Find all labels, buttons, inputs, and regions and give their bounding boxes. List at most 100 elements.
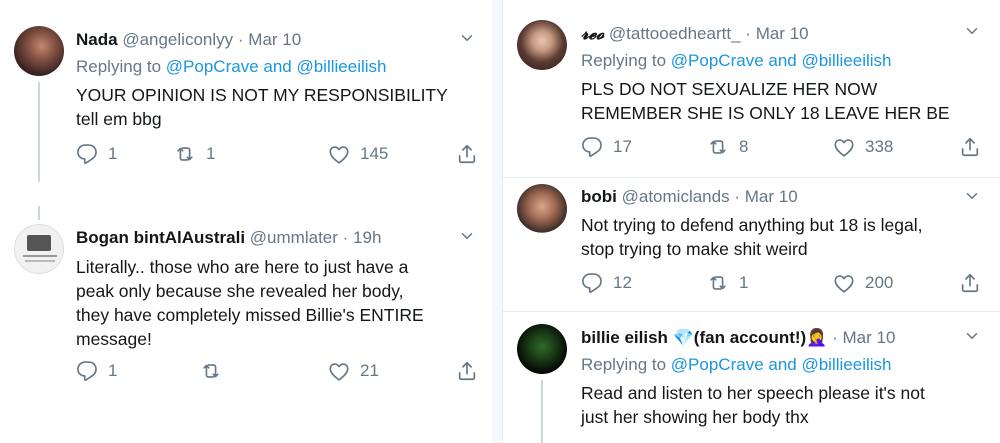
replying-to-users-link[interactable]: @PopCrave and @billieeilish [166,57,387,76]
separator-dot: · [832,328,838,347]
tweet-bobi[interactable]: bobi @atomiclands · Mar 10 Not trying to… [503,178,1000,312]
timestamp[interactable]: 19h [353,228,381,247]
reply-icon [76,360,98,382]
tweet-line: stop trying to make shit weird [581,239,808,259]
tweet-line: PLS DO NOT SEXUALIZE HER NOW [581,79,878,99]
share-icon [959,136,981,158]
retweet-icon [200,360,222,382]
display-name[interactable]: Bogan bintAlAustrali [76,228,245,247]
reply-button[interactable]: 1 [76,360,117,382]
tweet-text: Read and listen to her speech please it'… [581,381,993,429]
separator-dot: · [734,187,740,206]
retweet-icon [174,143,196,165]
tweet-reo[interactable]: 𝓻𝓮𝓸 @tattooedheartt_ · Mar 10 Replying t… [503,0,1000,178]
display-name[interactable]: 𝓻𝓮𝓸 [581,24,604,44]
chevron-down-icon[interactable] [458,29,476,47]
tweet-line: Not trying to defend anything but 18 is … [581,215,923,235]
avatar[interactable] [517,20,567,70]
action-bar: 1 1 145 [76,143,486,169]
like-button[interactable]: 21 [328,360,379,382]
replying-to-users-link[interactable]: @PopCrave and @billieeilish [671,355,892,374]
tweet-line: peak only because she revealed her body, [76,281,404,301]
tweet-line: YOUR OPINION IS NOT MY RESPONSIBILITY [76,85,448,105]
chevron-down-icon[interactable] [963,327,981,345]
reply-count: 1 [108,144,118,163]
reply-button[interactable]: 1 [76,143,117,165]
retweet-icon [707,136,729,158]
chevron-down-icon[interactable] [963,22,981,40]
reply-icon [76,143,98,165]
replying-to-users-link[interactable]: @PopCrave and @billieeilish [671,51,892,70]
retweet-count: 8 [739,137,749,156]
avatar[interactable] [517,324,567,374]
tweet-text: Literally.. those who are here to just h… [76,255,488,351]
reply-icon [581,272,603,294]
share-button[interactable] [456,143,478,165]
retweet-button[interactable] [200,360,232,382]
left-thread-column: Nada @angeliconlyy · Mar 10 Replying to … [0,0,492,443]
reply-count: 12 [613,273,632,292]
retweet-count: 1 [206,144,216,163]
chevron-down-icon[interactable] [963,187,981,205]
handle[interactable]: @ummlater [250,228,338,247]
retweet-button[interactable]: 1 [707,272,748,294]
handle[interactable]: @tattooedheartt_ [609,24,741,43]
like-button[interactable]: 338 [833,136,893,158]
retweet-button[interactable]: 8 [707,136,748,158]
retweet-count: 1 [739,273,749,292]
display-name[interactable]: bobi [581,187,617,206]
handle[interactable]: @angeliconlyy [122,30,233,49]
display-name[interactable]: Nada [76,30,118,49]
timestamp[interactable]: Mar 10 [248,30,301,49]
avatar[interactable] [14,26,64,76]
handle[interactable]: @atomiclands [622,187,730,206]
action-bar: 17 8 338 [581,136,991,162]
avatar[interactable] [517,184,567,234]
thread-line [38,82,40,182]
separator-dot: · [237,30,244,49]
like-count: 338 [865,137,894,156]
chevron-down-icon[interactable] [458,227,476,245]
like-count: 200 [865,273,894,292]
like-button[interactable]: 200 [833,272,893,294]
timestamp[interactable]: Mar 10 [756,24,809,43]
like-button[interactable]: 145 [328,143,388,165]
reply-count: 1 [108,361,118,380]
heart-icon [328,360,350,382]
column-gutter [492,0,502,443]
right-thread-column: 𝓻𝓮𝓸 @tattooedheartt_ · Mar 10 Replying t… [502,0,1000,443]
reply-icon [581,136,603,158]
timestamp[interactable]: Mar 10 [843,328,896,347]
tweet-bogan[interactable]: Bogan bintAlAustrali @ummlater · 19h Lit… [0,198,492,443]
tweet-text: YOUR OPINION IS NOT MY RESPONSIBILITY te… [76,83,486,131]
heart-icon [833,136,855,158]
share-button[interactable] [959,272,981,294]
separator-dot: · [342,228,349,247]
thread-line [38,206,40,220]
retweet-icon [707,272,729,294]
replying-to-label: Replying to [581,51,667,70]
tweet-line: Read and listen to her speech please it'… [581,383,925,403]
retweet-button[interactable]: 1 [174,143,215,165]
avatar[interactable] [14,224,64,274]
tweet-billie-fan-account[interactable]: billie eilish 💎(fan account!)🤦‍♀️ · Mar … [503,312,1000,443]
share-button[interactable] [959,136,981,158]
tweet-line: just her showing her body thx [581,407,809,427]
tweet-nada[interactable]: Nada @angeliconlyy · Mar 10 Replying to … [0,0,492,198]
reply-button[interactable]: 17 [581,136,632,158]
like-count: 145 [360,144,389,163]
share-icon [456,360,478,382]
display-name[interactable]: billie eilish 💎(fan account!)🤦‍♀️ [581,328,827,347]
tweet-text: PLS DO NOT SEXUALIZE HER NOW REMEMBER SH… [581,77,991,125]
share-icon [959,272,981,294]
reply-count: 17 [613,137,632,156]
heart-icon [833,272,855,294]
timestamp[interactable]: Mar 10 [745,187,798,206]
tweet-text: Not trying to defend anything but 18 is … [581,213,993,261]
action-bar: 12 1 200 [581,272,991,298]
action-bar: 1 21 [76,360,486,386]
share-button[interactable] [456,360,478,382]
reply-button[interactable]: 12 [581,272,632,294]
tweet-line: they have completely missed Billie's ENT… [76,305,424,325]
tweet-line: tell em bbg [76,109,162,129]
